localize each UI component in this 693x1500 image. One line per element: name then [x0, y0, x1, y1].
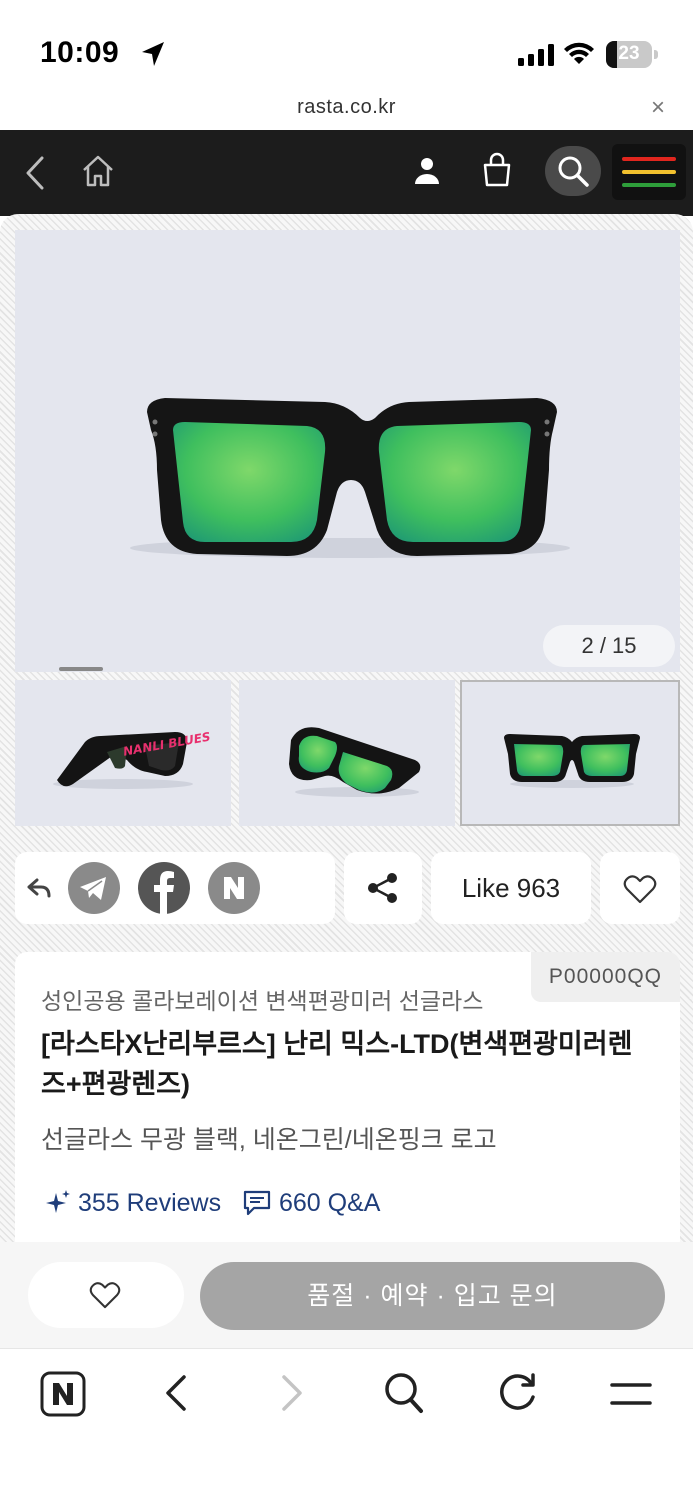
product-stats: 355 Reviews 660 Q&A	[45, 1188, 380, 1218]
search-icon	[558, 156, 589, 187]
thumbnail-1[interactable]: NANLI BLUES	[15, 680, 231, 826]
image-counter: 2 / 15	[543, 625, 675, 667]
sunglasses-angle-image	[289, 727, 421, 797]
menu-bar-green	[622, 183, 676, 187]
heart-icon	[89, 1282, 121, 1309]
search-icon[interactable]	[383, 1371, 425, 1415]
site-header	[0, 130, 693, 216]
refresh-icon[interactable]	[497, 1371, 539, 1415]
back-arrow-icon[interactable]	[162, 1371, 190, 1415]
menu-bar-red	[622, 157, 676, 161]
scroll-indicator	[59, 667, 103, 671]
product-main-image[interactable]: 2 / 15	[15, 230, 680, 672]
product-description: 선글라스 무광 블랙, 네온그린/네온핑크 로고	[41, 1126, 497, 1154]
heart-icon	[623, 875, 657, 904]
menu-icon[interactable]	[612, 144, 686, 200]
browser-toolbar	[0, 1348, 693, 1500]
like-button[interactable]: Like 963	[431, 852, 591, 924]
naver-icon[interactable]	[208, 862, 260, 914]
thumbnail-2[interactable]	[239, 680, 455, 826]
sunglasses-front-thumb	[504, 734, 640, 788]
search-button[interactable]	[545, 146, 601, 196]
url-text[interactable]: rasta.co.kr	[0, 96, 693, 119]
product-content: 2 / 15 NANLI BLUES Like 963 P00000QQ 성인공…	[0, 214, 693, 1244]
product-code: P00000QQ	[530, 952, 680, 1002]
battery-level: 23	[618, 43, 640, 64]
wifi-icon	[564, 42, 594, 64]
qa-link[interactable]: 660 Q&A	[279, 1189, 380, 1217]
browser-url-bar[interactable]: rasta.co.kr ×	[0, 90, 693, 130]
product-title: [라스타X난리부르스] 난리 믹스-LTD(변색편광미러렌즈+편광렌즈)	[41, 1029, 633, 1099]
back-icon[interactable]	[24, 156, 46, 190]
battery-icon: 23	[606, 41, 658, 68]
thumbnail-3-selected[interactable]	[460, 680, 680, 826]
wishlist-button[interactable]	[600, 852, 680, 924]
chat-icon	[243, 1191, 271, 1216]
cellular-signal-icon	[518, 44, 554, 66]
user-icon[interactable]	[413, 156, 441, 186]
menu-bar-yellow	[622, 170, 676, 174]
menu-icon[interactable]	[610, 1379, 652, 1409]
forward-arrow-icon[interactable]	[278, 1371, 306, 1415]
product-info-card: P00000QQ 성인공용 콜라보레이션 변색편광미러 선글라스 [라스타X난리…	[15, 952, 680, 1244]
telegram-icon[interactable]	[68, 862, 120, 914]
wishlist-button-bottom[interactable]	[28, 1262, 184, 1328]
thumbnail-strip: NANLI BLUES	[15, 680, 680, 826]
share-button[interactable]	[344, 852, 422, 924]
social-share-bar	[15, 852, 335, 924]
reply-icon[interactable]	[27, 876, 53, 900]
product-subtitle: 성인공용 콜라보레이션 변색편광미러 선글라스	[41, 988, 484, 1014]
reviews-link[interactable]: 355 Reviews	[78, 1189, 221, 1217]
home-icon[interactable]	[81, 154, 115, 188]
sparkle-icon	[46, 1190, 70, 1214]
share-icon	[368, 873, 397, 903]
purchase-bar: 품절 · 예약 · 입고 문의	[0, 1242, 693, 1348]
close-icon[interactable]: ×	[651, 94, 665, 122]
status-bar: 10:09 23	[0, 0, 693, 90]
soldout-inquiry-button[interactable]: 품절 · 예약 · 입고 문의	[200, 1262, 665, 1330]
status-time: 10:09	[40, 36, 120, 69]
sunglasses-side-image: NANLI BLUES	[53, 730, 212, 789]
shopping-bag-icon[interactable]	[482, 152, 512, 188]
location-arrow-icon	[142, 42, 164, 66]
sunglasses-front-image	[130, 398, 570, 558]
facebook-icon[interactable]	[138, 862, 190, 914]
naver-n-icon[interactable]	[40, 1371, 86, 1417]
